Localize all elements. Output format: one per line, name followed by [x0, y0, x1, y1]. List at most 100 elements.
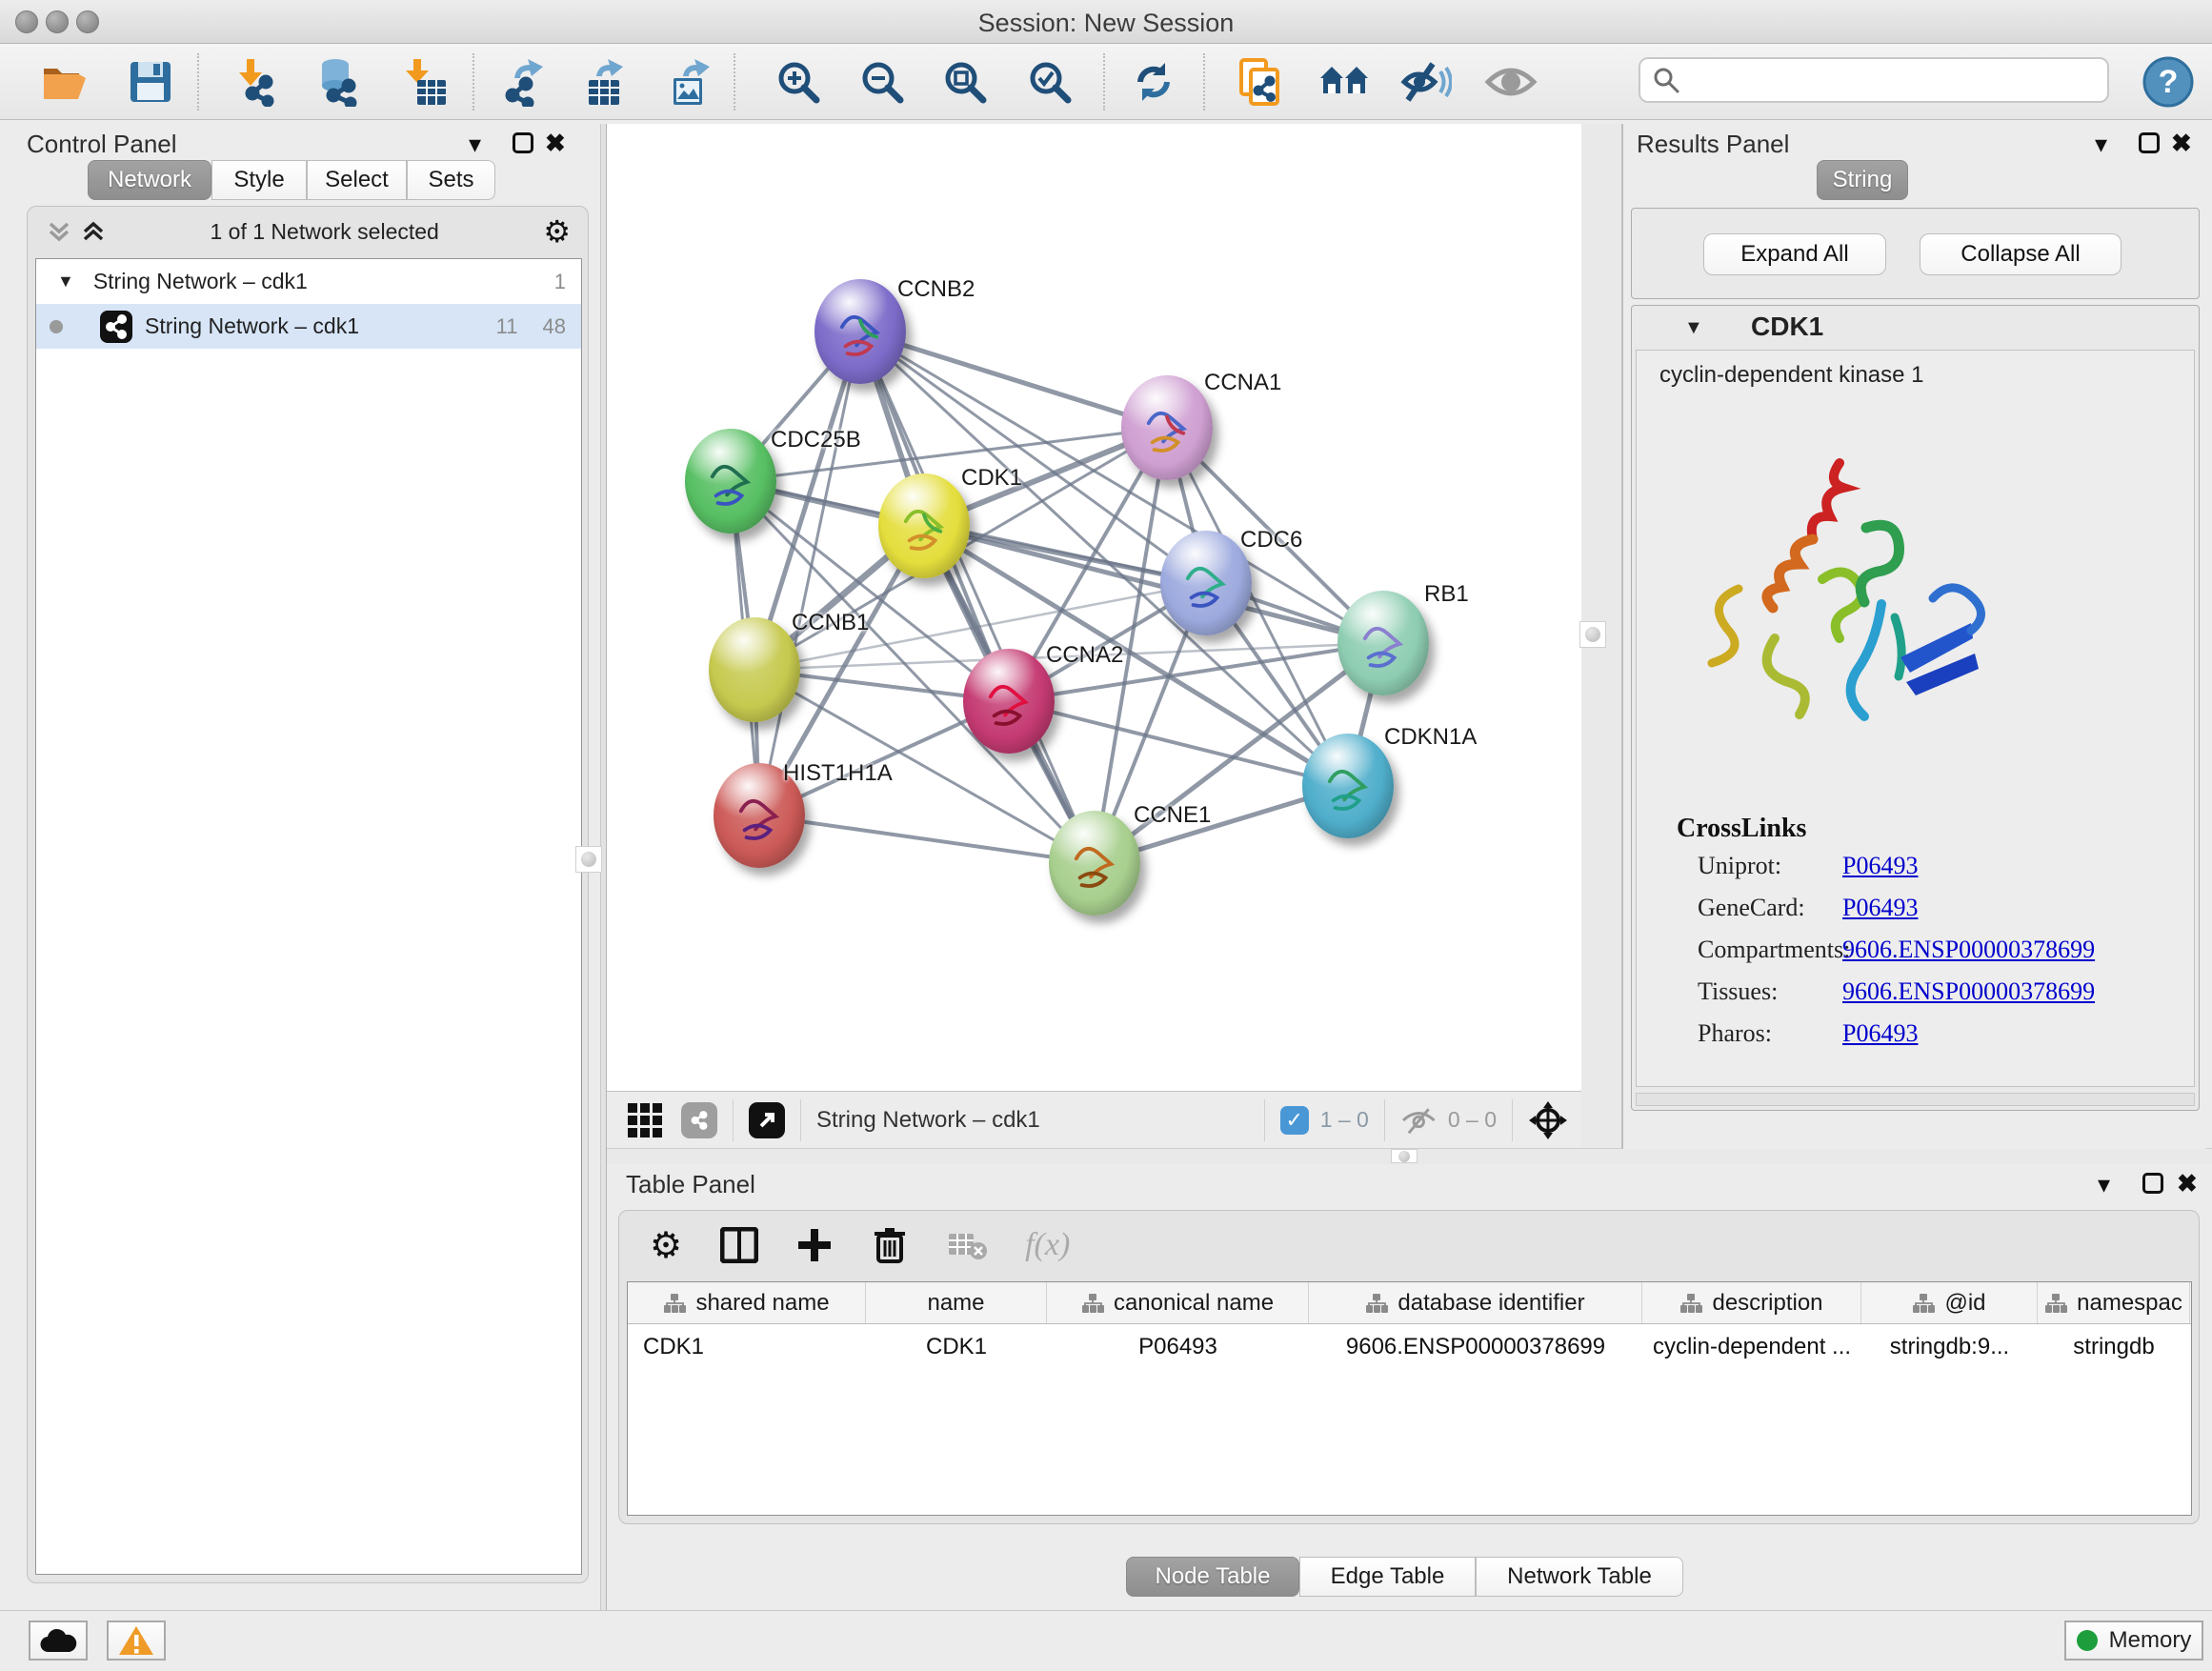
tab-edge-table[interactable]: Edge Table	[1299, 1557, 1476, 1597]
collection-count: 1	[554, 270, 566, 294]
help-button[interactable]: ?	[2142, 55, 2195, 109]
zoom-out-button[interactable]	[855, 55, 909, 109]
houses-icon	[1318, 61, 1370, 103]
tab-select[interactable]: Select	[307, 160, 407, 200]
memory-button[interactable]: Memory	[2064, 1621, 2203, 1661]
network-badge-icon[interactable]	[681, 1102, 717, 1138]
delete-column-icon[interactable]	[873, 1226, 907, 1264]
table-options-gear-icon[interactable]: ⚙	[650, 1224, 682, 1267]
viewbar-separator	[1512, 1099, 1513, 1141]
network-canvas[interactable]: CCNB2CCNA1CDC25BCDK1CDC6RB1CCNB1CCNA2CDK…	[607, 124, 1581, 1091]
node-label-CCNB2: CCNB2	[897, 276, 975, 303]
cloud-status-button[interactable]	[29, 1621, 88, 1661]
network-row[interactable]: String Network – cdk1 11 48	[36, 304, 581, 349]
expand-all-icon[interactable]	[81, 218, 106, 245]
open-session-button[interactable]	[38, 55, 91, 109]
zoom-fit-button[interactable]	[938, 55, 992, 109]
column-header-label: @id	[1944, 1290, 1985, 1317]
crosslink-link[interactable]: P06493	[1842, 1019, 1918, 1048]
collapse-all-button[interactable]: Collapse All	[1920, 233, 2122, 275]
crosslink-link[interactable]: P06493	[1842, 894, 1918, 922]
open-in-new-window-icon[interactable]	[749, 1102, 785, 1138]
results-panel-float-button[interactable]: ▾	[2095, 131, 2107, 156]
zoom-selected-button[interactable]	[1023, 55, 1076, 109]
section-expander-icon[interactable]: ▼	[1684, 317, 1703, 339]
tab-node-table[interactable]: Node Table	[1126, 1557, 1299, 1597]
results-hscrollbar[interactable]	[1636, 1093, 2195, 1106]
search-box[interactable]	[1639, 57, 2109, 103]
control-panel-close-button[interactable]: ✖	[545, 131, 566, 155]
network-collection-row[interactable]: ▼ String Network – cdk1 1	[36, 259, 581, 304]
network-type-icon	[99, 310, 133, 344]
hidden-eye-slash-icon[interactable]	[1400, 1105, 1438, 1136]
tab-style[interactable]: Style	[211, 160, 307, 200]
crosslink-link[interactable]: P06493	[1842, 852, 1918, 880]
column-header-database-identifier[interactable]: database identifier	[1309, 1282, 1642, 1323]
first-neighbors-button[interactable]	[1317, 55, 1371, 109]
save-session-button[interactable]	[124, 55, 177, 109]
left-split-grip[interactable]	[575, 846, 602, 873]
toolbar-separator	[197, 53, 199, 111]
table-cell: 9606.ENSP00000378699	[1309, 1324, 1642, 1370]
horizontal-split-grip[interactable]	[1391, 1149, 1418, 1163]
network-node-CCNB1[interactable]	[709, 617, 800, 722]
results-panel-close-button[interactable]: ✖	[2171, 131, 2192, 155]
navigator-crosshair-icon[interactable]	[1528, 1100, 1568, 1140]
zoom-fit-icon	[941, 58, 989, 106]
apply-layout-button[interactable]	[1127, 55, 1180, 109]
results-panel-maximize-button[interactable]	[2139, 132, 2160, 153]
column-header-description[interactable]: description	[1642, 1282, 1861, 1323]
zoom-in-button[interactable]	[772, 55, 825, 109]
tab-sets[interactable]: Sets	[407, 160, 495, 200]
network-node-CDC25B[interactable]	[685, 429, 776, 534]
crosslink-link[interactable]: 9606.ENSP00000378699	[1842, 977, 2095, 1006]
node-label-CDC25B: CDC25B	[771, 427, 861, 453]
show-all-button[interactable]	[1484, 55, 1538, 109]
network-node-CCNE1[interactable]	[1049, 811, 1140, 916]
tab-string[interactable]: String	[1817, 160, 1908, 200]
export-table-button[interactable]	[578, 55, 632, 109]
clone-network-button[interactable]	[1233, 55, 1286, 109]
expand-all-button[interactable]: Expand All	[1703, 233, 1886, 275]
crosslink-link[interactable]: 9606.ENSP00000378699	[1842, 936, 2095, 964]
column-header-namespac[interactable]: namespac	[2038, 1282, 2190, 1323]
warning-status-button[interactable]	[107, 1621, 166, 1661]
network-node-CDC6[interactable]	[1160, 531, 1252, 635]
network-node-CCNB2[interactable]	[814, 279, 906, 384]
table-panel-maximize-button[interactable]	[2142, 1173, 2163, 1194]
network-view-toolbar: String Network – cdk1 ✓ 1 – 0 0 – 0	[607, 1091, 1581, 1148]
warning-icon	[118, 1624, 154, 1657]
table-panel-close-button[interactable]: ✖	[2177, 1171, 2198, 1196]
import-network-from-file-button[interactable]	[231, 55, 284, 109]
table-row[interactable]: CDK1CDK1P064939606.ENSP00000378699cyclin…	[628, 1324, 2191, 1370]
hide-selected-button[interactable]	[1399, 55, 1453, 109]
network-node-CDKN1A[interactable]	[1302, 734, 1394, 838]
collapse-all-icon[interactable]	[47, 218, 71, 245]
search-icon	[1652, 66, 1680, 94]
network-node-CCNA1[interactable]	[1121, 375, 1213, 480]
collection-expander-icon[interactable]: ▼	[57, 272, 74, 292]
column-header-name[interactable]: name	[866, 1282, 1047, 1323]
import-table-from-file-button[interactable]	[398, 55, 452, 109]
network-options-gear-icon[interactable]: ⚙	[543, 213, 571, 250]
selected-checkbox-icon[interactable]: ✓	[1280, 1106, 1309, 1135]
add-column-icon[interactable]	[796, 1227, 833, 1263]
control-panel-maximize-button[interactable]	[513, 132, 533, 153]
show-columns-icon[interactable]	[720, 1227, 758, 1263]
tab-network[interactable]: Network	[88, 160, 211, 200]
network-node-CCNA2[interactable]	[963, 649, 1055, 754]
network-node-CDK1[interactable]	[878, 473, 970, 578]
search-input[interactable]	[1680, 67, 2081, 93]
birds-eye-view-icon[interactable]	[626, 1101, 664, 1139]
table-panel-float-button[interactable]: ▾	[2098, 1172, 2110, 1197]
import-network-from-database-button[interactable]	[311, 55, 364, 109]
tab-network-table[interactable]: Network Table	[1476, 1557, 1683, 1597]
column-header--id[interactable]: @id	[1861, 1282, 2038, 1323]
column-header-shared-name[interactable]: shared name	[628, 1282, 866, 1323]
control-panel-float-button[interactable]: ▾	[469, 131, 481, 156]
right-split-grip[interactable]	[1579, 621, 1606, 648]
export-image-button[interactable]	[663, 55, 716, 109]
column-header-canonical-name[interactable]: canonical name	[1047, 1282, 1309, 1323]
export-network-button[interactable]	[498, 55, 552, 109]
network-node-RB1[interactable]	[1337, 591, 1429, 695]
